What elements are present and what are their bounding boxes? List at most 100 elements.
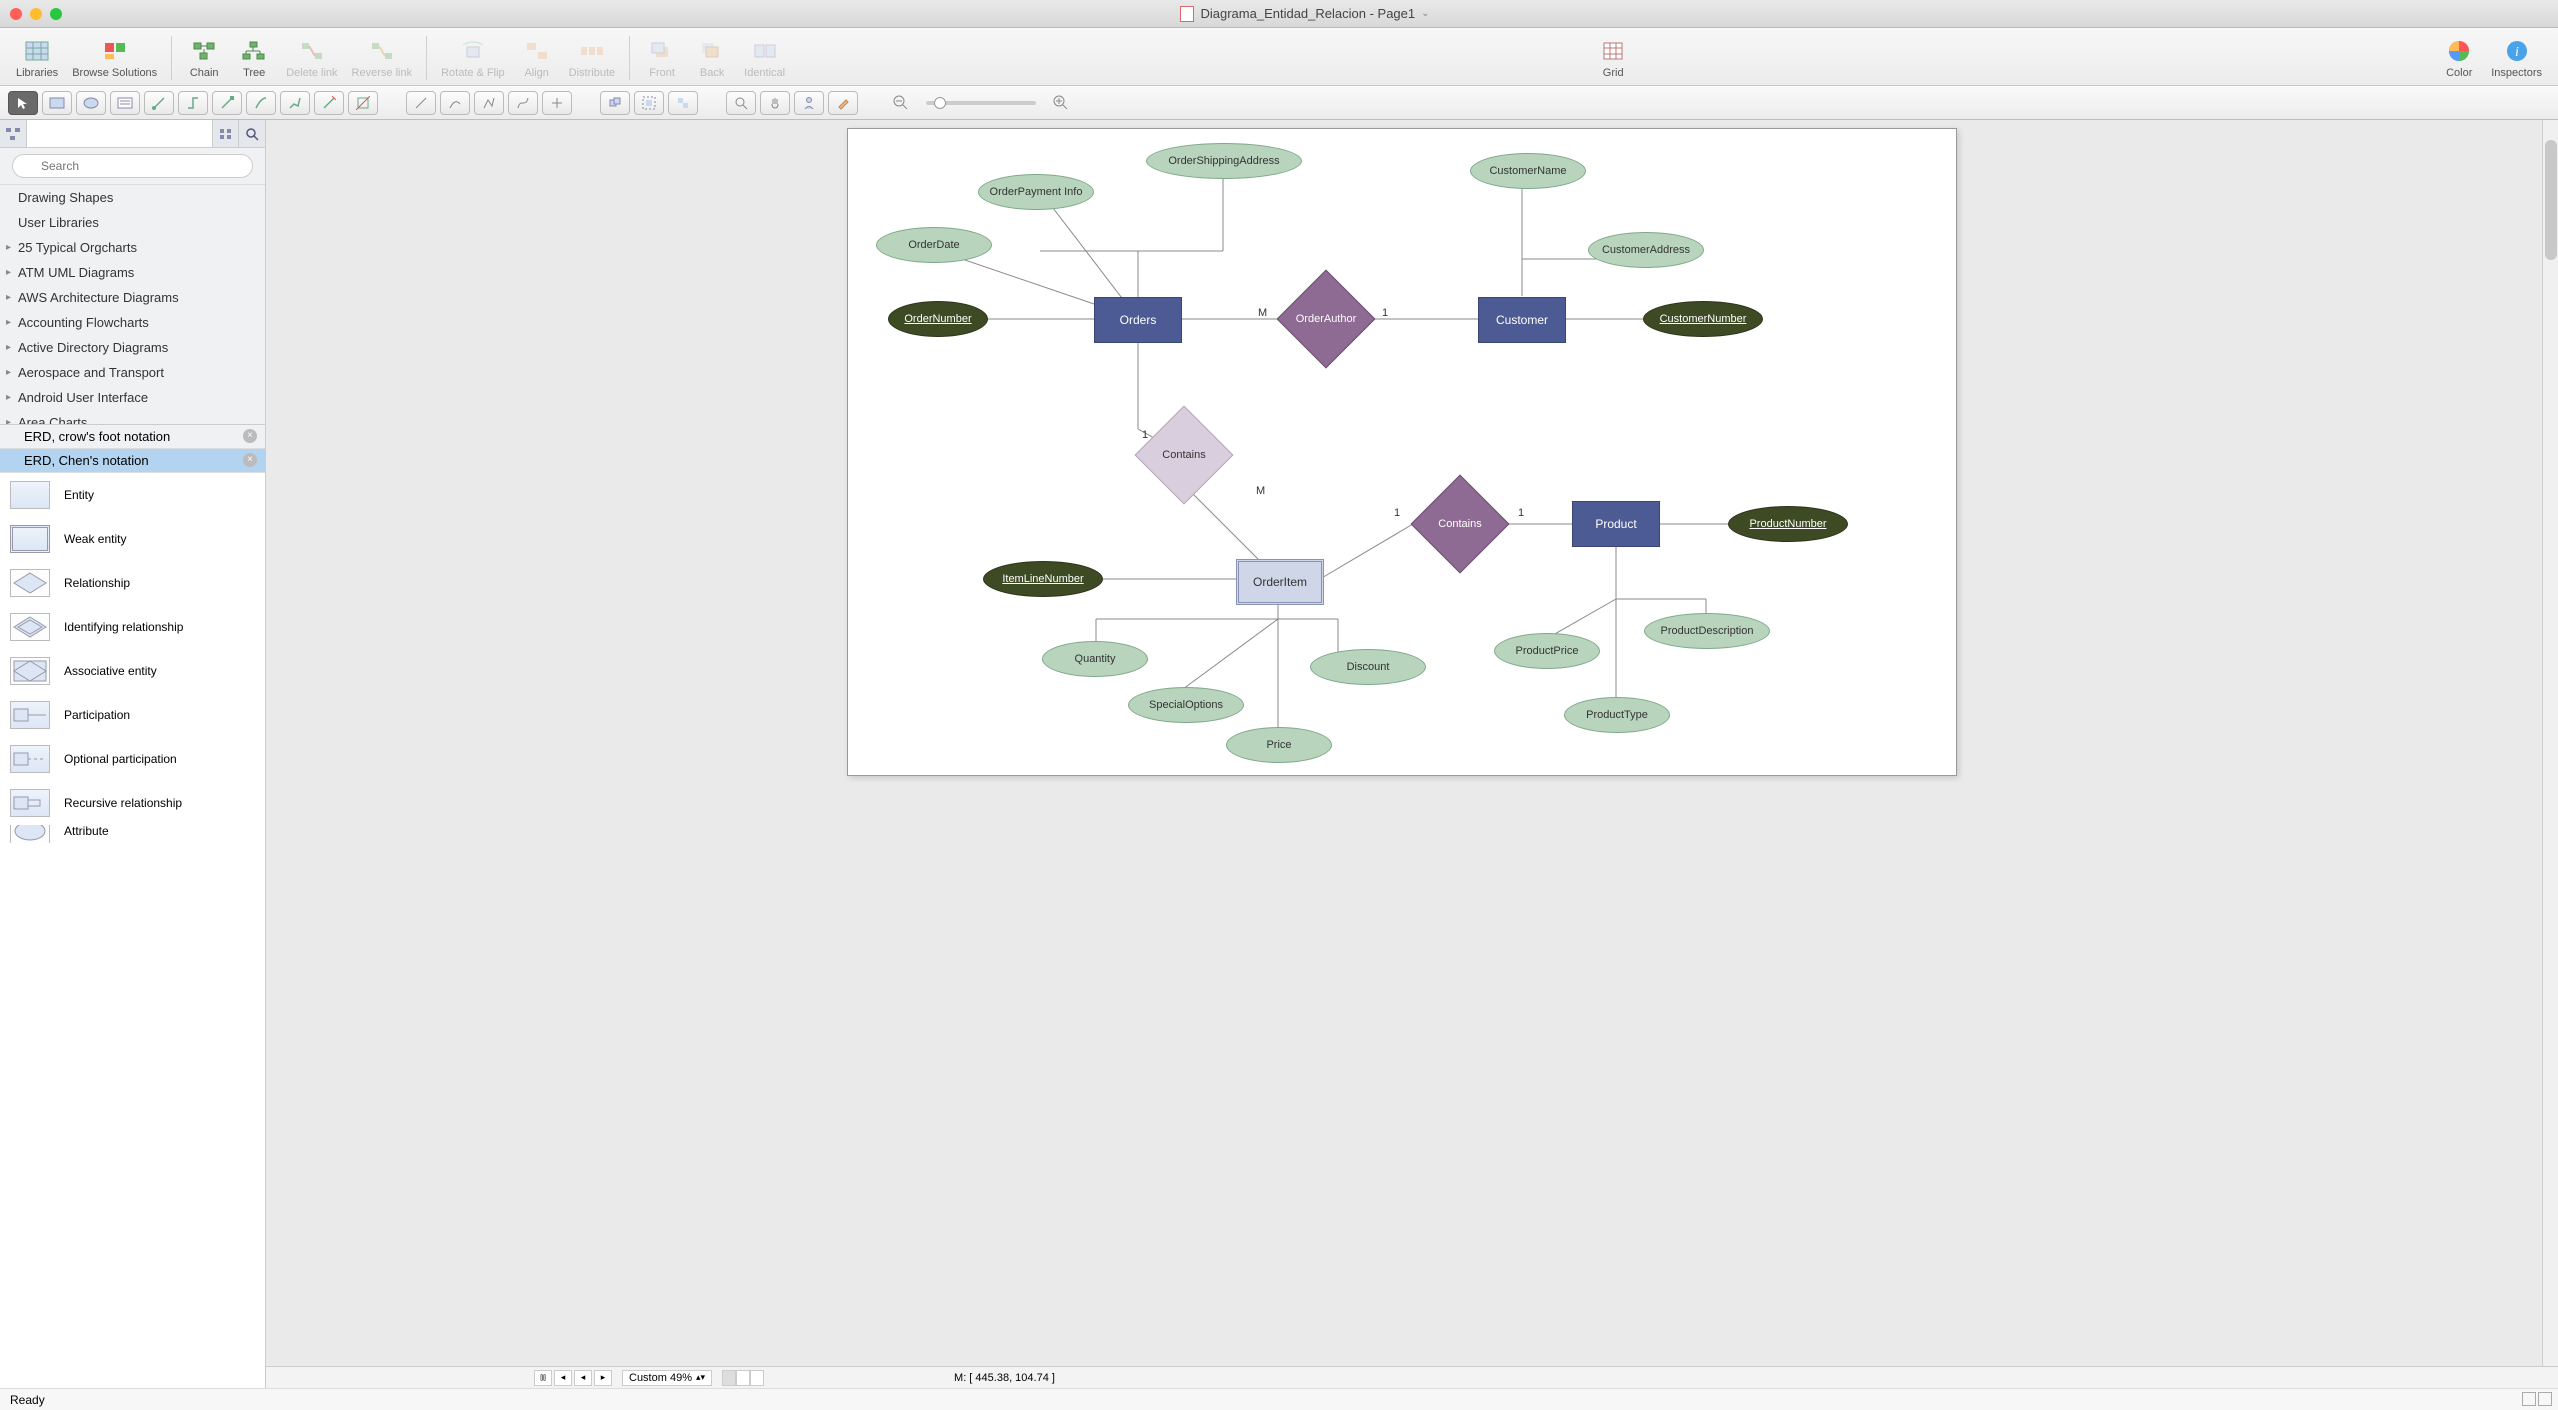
sidebar-search-input[interactable]: [12, 154, 253, 178]
connector-1-tool[interactable]: [144, 91, 174, 115]
relation-orderauthor[interactable]: OrderAuthor: [1276, 289, 1376, 349]
pan-tool[interactable]: [760, 91, 790, 115]
vertical-scrollbar[interactable]: [2542, 120, 2558, 1366]
page-tabs[interactable]: [722, 1370, 764, 1386]
lib-category[interactable]: ATM UML Diagrams: [0, 260, 265, 285]
grid-button[interactable]: Grid: [1589, 35, 1637, 81]
entity-orderitem[interactable]: OrderItem: [1236, 559, 1324, 605]
connector-6-tool[interactable]: [314, 91, 344, 115]
sidebar-struct-icon[interactable]: [0, 120, 27, 147]
libraries-button[interactable]: Libraries: [10, 35, 64, 81]
person-tool[interactable]: [794, 91, 824, 115]
attr-discount[interactable]: Discount: [1310, 649, 1426, 685]
stencil-tab-crowsfoot[interactable]: ERD, crow's foot notation×: [0, 425, 265, 449]
attr-order-payment[interactable]: OrderPayment Info: [978, 174, 1094, 210]
attr-product-desc[interactable]: ProductDescription: [1644, 613, 1770, 649]
attr-order-shipping[interactable]: OrderShippingAddress: [1146, 143, 1302, 179]
text-tool[interactable]: [110, 91, 140, 115]
chain-button[interactable]: Chain: [180, 35, 228, 81]
zoom-level-box[interactable]: Custom 49% ▴▾: [622, 1370, 712, 1386]
attr-customer-name[interactable]: CustomerName: [1470, 153, 1586, 189]
relation-contains-2[interactable]: Contains: [1410, 494, 1510, 554]
attr-product-type[interactable]: ProductType: [1564, 697, 1670, 733]
lib-category[interactable]: 25 Typical Orgcharts: [0, 235, 265, 260]
stencil-recursive-relationship[interactable]: Recursive relationship: [0, 781, 265, 825]
close-icon[interactable]: ×: [243, 453, 257, 467]
attr-order-date[interactable]: OrderDate: [876, 227, 992, 263]
key-order-number[interactable]: OrderNumber: [888, 301, 988, 337]
line-tool-1[interactable]: [406, 91, 436, 115]
rectangle-tool[interactable]: [42, 91, 72, 115]
next-page-button[interactable]: ▸: [594, 1370, 612, 1386]
prev-page-button[interactable]: ◂: [574, 1370, 592, 1386]
browse-solutions-button[interactable]: Browse Solutions: [66, 35, 163, 81]
group-tool-2[interactable]: [634, 91, 664, 115]
inspectors-button[interactable]: i Inspectors: [2485, 35, 2548, 81]
key-item-line[interactable]: ItemLineNumber: [983, 561, 1103, 597]
stencil-participation[interactable]: Participation: [0, 693, 265, 737]
group-tool-3[interactable]: [668, 91, 698, 115]
ellipse-tool[interactable]: [76, 91, 106, 115]
stencil-weak-entity[interactable]: Weak entity: [0, 517, 265, 561]
attr-quantity[interactable]: Quantity: [1042, 641, 1148, 677]
status-icon[interactable]: [2538, 1392, 2552, 1406]
stencil-entity[interactable]: Entity: [0, 473, 265, 517]
connector-3-tool[interactable]: [212, 91, 242, 115]
stencil-relationship[interactable]: Relationship: [0, 561, 265, 605]
group-tool-1[interactable]: [600, 91, 630, 115]
connector-4-tool[interactable]: [246, 91, 276, 115]
line-tool-5[interactable]: [542, 91, 572, 115]
stencil-tab-chen[interactable]: ERD, Chen's notation×: [0, 449, 265, 473]
lib-category[interactable]: Drawing Shapes: [0, 185, 265, 210]
zoom-slider[interactable]: [926, 101, 1036, 105]
relation-contains-1[interactable]: Contains: [1134, 425, 1234, 485]
stencil-optional-participation[interactable]: Optional participation: [0, 737, 265, 781]
zoom-out-button[interactable]: [886, 91, 916, 115]
lib-category[interactable]: AWS Architecture Diagrams: [0, 285, 265, 310]
tree-button[interactable]: Tree: [230, 35, 278, 81]
scrollbar-thumb[interactable]: [2545, 140, 2557, 260]
page-splitter-icon[interactable]: ⫾⫾: [534, 1370, 552, 1386]
zoom-tool[interactable]: [726, 91, 756, 115]
pointer-tool[interactable]: [8, 91, 38, 115]
lib-category[interactable]: Active Directory Diagrams: [0, 335, 265, 360]
entity-product[interactable]: Product: [1572, 501, 1660, 547]
chevron-down-icon[interactable]: ⌄: [1421, 8, 1429, 19]
connector-2-tool[interactable]: [178, 91, 208, 115]
stencil-identifying-relationship[interactable]: Identifying relationship: [0, 605, 265, 649]
zoom-in-button[interactable]: [1046, 91, 1076, 115]
line-tool-4[interactable]: [508, 91, 538, 115]
attr-special-options[interactable]: SpecialOptions: [1128, 687, 1244, 723]
canvas-scroll[interactable]: OrderShippingAddress OrderPayment Info O…: [266, 120, 2558, 1366]
attr-product-price[interactable]: ProductPrice: [1494, 633, 1600, 669]
close-window-icon[interactable]: [10, 8, 22, 20]
key-product-number[interactable]: ProductNumber: [1728, 506, 1848, 542]
stencil-attribute[interactable]: Attribute: [0, 825, 265, 843]
zoom-window-icon[interactable]: [50, 8, 62, 20]
lib-category[interactable]: User Libraries: [0, 210, 265, 235]
sidebar-grid-view-icon[interactable]: [212, 120, 239, 147]
stencil-associative-entity[interactable]: Associative entity: [0, 649, 265, 693]
attr-customer-address[interactable]: CustomerAddress: [1588, 232, 1704, 268]
sidebar-search-icon[interactable]: [238, 120, 265, 147]
connector-5-tool[interactable]: [280, 91, 310, 115]
attr-price[interactable]: Price: [1226, 727, 1332, 763]
minimize-window-icon[interactable]: [30, 8, 42, 20]
line-tool-3[interactable]: [474, 91, 504, 115]
entity-orders[interactable]: Orders: [1094, 297, 1182, 343]
connector-7-tool[interactable]: [348, 91, 378, 115]
color-button[interactable]: Color: [2435, 35, 2483, 81]
zoom-slider-knob[interactable]: [934, 97, 946, 109]
diagram-page[interactable]: OrderShippingAddress OrderPayment Info O…: [847, 128, 1957, 776]
lib-category[interactable]: Accounting Flowcharts: [0, 310, 265, 335]
sidebar-filter-input[interactable]: [27, 120, 212, 147]
status-icon[interactable]: [2522, 1392, 2536, 1406]
lib-category[interactable]: Area Charts: [0, 410, 265, 424]
key-customer-number[interactable]: CustomerNumber: [1643, 301, 1763, 337]
lib-category[interactable]: Aerospace and Transport: [0, 360, 265, 385]
pencil-tool[interactable]: [828, 91, 858, 115]
line-tool-2[interactable]: [440, 91, 470, 115]
lib-category[interactable]: Android User Interface: [0, 385, 265, 410]
first-page-button[interactable]: ◂: [554, 1370, 572, 1386]
close-icon[interactable]: ×: [243, 429, 257, 443]
